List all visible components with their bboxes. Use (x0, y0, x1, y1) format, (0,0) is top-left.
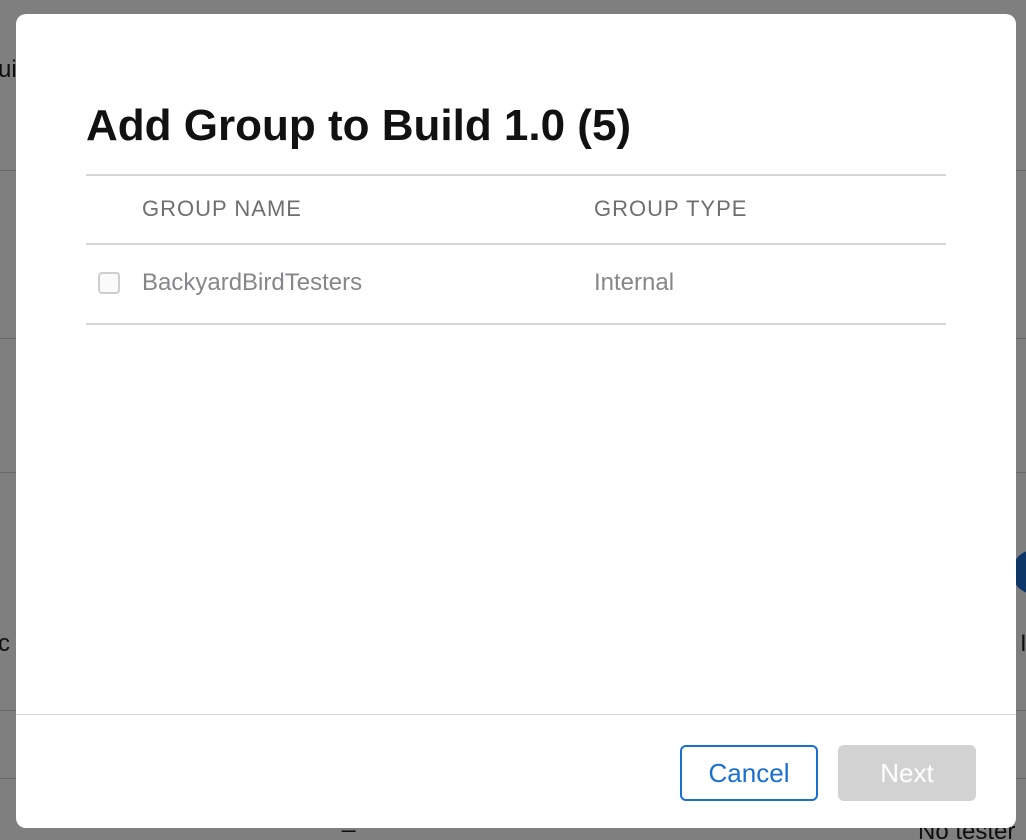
dialog-footer: Cancel Next (16, 714, 1016, 828)
table-header: GROUP NAME GROUP TYPE (86, 174, 946, 245)
column-header-group-name: GROUP NAME (142, 196, 302, 221)
dialog-title: Add Group to Build 1.0 (5) (86, 101, 632, 150)
next-button[interactable]: Next (838, 745, 976, 801)
cancel-button[interactable]: Cancel (680, 745, 818, 801)
table-row[interactable]: BackyardBirdTesters Internal (86, 245, 946, 325)
group-name-cell: BackyardBirdTesters (142, 269, 363, 296)
groups-table: GROUP NAME GROUP TYPE BackyardBirdTester… (86, 174, 946, 325)
row-checkbox[interactable] (98, 272, 120, 294)
add-group-dialog: Add Group to Build 1.0 (5) GROUP NAME GR… (16, 14, 1016, 828)
column-header-group-type: GROUP TYPE (594, 196, 748, 221)
group-type-cell: Internal (594, 269, 675, 296)
